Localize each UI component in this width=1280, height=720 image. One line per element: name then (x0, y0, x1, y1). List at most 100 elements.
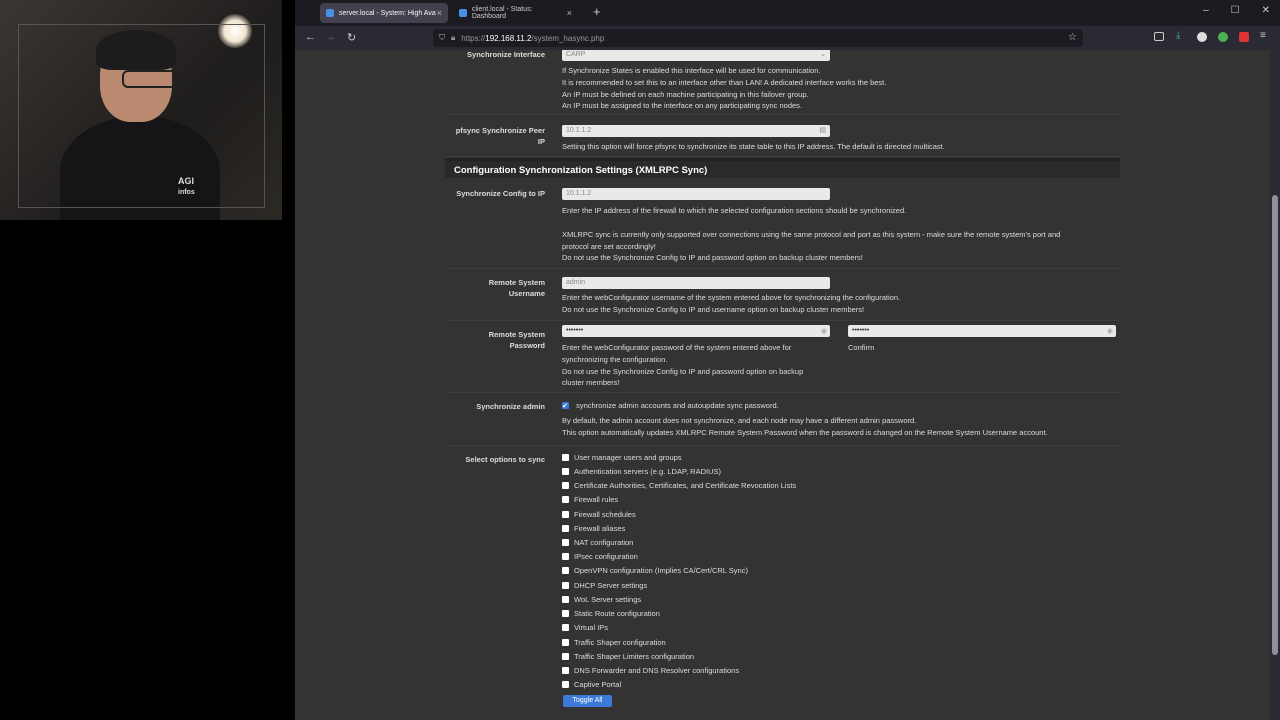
url-prefix: https:// (461, 33, 486, 43)
scrollbar-thumb[interactable] (1272, 195, 1278, 655)
remote-username-help: Enter the webConfigurator username of th… (562, 292, 900, 316)
option-label: Virtual IPs (574, 623, 609, 632)
shirt-logo: AGI infos (178, 176, 195, 198)
download-icon[interactable]: ⤓ (1176, 30, 1186, 41)
help-line: Do not use the Synchronize Config to IP … (562, 366, 804, 376)
url-path: /system_hasync.php (531, 33, 605, 43)
option-auth-servers[interactable]: Authentication servers (e.g. LDAP, RADIU… (562, 465, 721, 479)
remote-password-help: Enter the webConfigurator password of th… (562, 342, 842, 389)
back-icon[interactable]: ← (305, 31, 316, 43)
tab-client-dashboard[interactable]: client.local - Status: Dashboard × (453, 3, 578, 23)
option-label: Traffic Shaper Limiters configuration (574, 652, 695, 661)
select-options-label: Select options to sync (465, 455, 545, 464)
extension-green-icon[interactable] (1218, 32, 1228, 42)
option-checkbox[interactable] (562, 653, 569, 660)
presenter-body (60, 116, 220, 220)
section-header-xmlrpc: Configuration Synchronization Settings (… (445, 158, 1120, 178)
option-firewall-aliases[interactable]: Firewall aliases (562, 522, 625, 536)
pfsense-favicon (326, 9, 334, 17)
option-checkbox[interactable] (562, 553, 569, 560)
option-user-manager[interactable]: User manager users and groups (562, 451, 682, 465)
option-firewall-rules[interactable]: Firewall rules (562, 493, 618, 507)
toggle-all-button[interactable]: Toggle All (563, 695, 612, 707)
pfsense-favicon (459, 9, 467, 17)
tab-title: server.local - System: High Ava (339, 9, 436, 17)
page-content: Synchronize Interface CARP ⌄ If Synchron… (295, 50, 1280, 720)
option-checkbox[interactable] (562, 454, 569, 461)
nav-bar: ← → ↻ ⛉ 🔒︎ https:// 192.168.11.2 /system… (295, 26, 1280, 50)
menu-icon[interactable]: ≡ (1260, 30, 1270, 41)
eye-icon[interactable]: ◉ (1107, 326, 1113, 338)
option-checkbox[interactable] (562, 496, 569, 503)
sync-interface-select[interactable]: CARP ⌄ (562, 50, 830, 61)
option-checkbox[interactable] (562, 539, 569, 546)
url-bar[interactable]: ⛉ 🔒︎ https:// 192.168.11.2 /system_hasyn… (433, 29, 1083, 47)
presenter-glasses (122, 70, 178, 88)
new-tab-button[interactable]: + (593, 4, 601, 19)
option-dns[interactable]: DNS Forwarder and DNS Resolver configura… (562, 664, 739, 678)
option-certificates[interactable]: Certificate Authorities, Certificates, a… (562, 479, 796, 493)
option-static-route[interactable]: Static Route configuration (562, 607, 660, 621)
option-checkbox[interactable] (562, 511, 569, 518)
option-checkbox[interactable] (562, 681, 569, 688)
confirm-password-input[interactable]: ••••••• ◉ (848, 325, 1116, 337)
option-checkbox[interactable] (562, 610, 569, 617)
reload-icon[interactable]: ↻ (347, 31, 356, 44)
bookmark-star-icon[interactable]: ☆ (1068, 32, 1077, 43)
maximize-icon[interactable]: ☐ (1231, 5, 1240, 16)
option-firewall-schedules[interactable]: Firewall schedules (562, 508, 636, 522)
option-checkbox[interactable] (562, 468, 569, 475)
option-traffic-limiters[interactable]: Traffic Shaper Limiters configuration (562, 650, 694, 664)
extension-red-icon[interactable] (1239, 32, 1249, 42)
shield-icon: ⛉ (439, 33, 445, 42)
confirm-password-value: ••••••• (852, 327, 870, 334)
option-traffic-shaper[interactable]: Traffic Shaper configuration (562, 636, 666, 650)
option-checkbox[interactable] (562, 667, 569, 674)
account-icon[interactable] (1197, 32, 1207, 42)
page-scrollbar[interactable] (1270, 50, 1280, 720)
sync-config-ip-input[interactable]: 10.1.1.2 (562, 188, 830, 200)
row-sync-admin: Synchronize admin synchronize admin acco… (445, 392, 1120, 446)
webcam-overlay: AGI infos (0, 0, 282, 220)
option-wol[interactable]: WoL Server settings (562, 593, 641, 607)
option-dhcp[interactable]: DHCP Server settings (562, 579, 647, 593)
sync-admin-option[interactable]: synchronize admin accounts and autoupdat… (562, 399, 779, 414)
sync-admin-checkbox[interactable] (562, 400, 569, 414)
close-tab-icon[interactable]: × (437, 8, 442, 18)
option-captive-portal[interactable]: Captive Portal (562, 678, 621, 692)
toggle-all-label: Toggle All (572, 697, 603, 704)
help-line: If Synchronize States is enabled this in… (562, 66, 821, 75)
remote-password-input[interactable]: ••••••• ◉ (562, 325, 830, 337)
remote-username-input[interactable]: admin (562, 277, 830, 289)
option-label: IPsec configuration (574, 552, 638, 561)
help-line: By default, the admin account does not s… (562, 416, 917, 425)
option-checkbox[interactable] (562, 639, 569, 646)
option-checkbox[interactable] (562, 567, 569, 574)
option-nat[interactable]: NAT configuration (562, 536, 633, 550)
close-tab-icon[interactable]: × (567, 8, 572, 18)
option-openvpn[interactable]: OpenVPN configuration (Implies CA/Cert/C… (562, 564, 748, 578)
help-line: An IP must be assigned to the interface … (562, 101, 803, 111)
label-line: Password (509, 341, 545, 350)
option-checkbox[interactable] (562, 624, 569, 631)
close-window-icon[interactable]: ✕ (1262, 5, 1270, 16)
pfsync-peer-input[interactable]: 10.1.1.2 ▤ (562, 125, 830, 137)
sync-config-ip-value: 10.1.1.2 (566, 190, 592, 197)
option-ipsec[interactable]: IPsec configuration (562, 550, 638, 564)
help-line: This option automatically updates XMLRPC… (562, 427, 1048, 437)
forward-icon[interactable]: → (325, 31, 336, 43)
option-checkbox[interactable] (562, 582, 569, 589)
row-sync-config-ip: Synchronize Config to IP 10.1.1.2 Enter … (445, 178, 1120, 269)
option-checkbox[interactable] (562, 525, 569, 532)
help-line: synchronizing the configuration. (562, 354, 668, 364)
row-remote-password: Remote System Password ••••••• ◉ •••••••… (445, 320, 1120, 393)
pocket-icon[interactable] (1154, 32, 1164, 41)
tab-server-ha[interactable]: server.local - System: High Ava × (320, 3, 448, 23)
option-virtual-ips[interactable]: Virtual IPs (562, 621, 608, 635)
option-checkbox[interactable] (562, 482, 569, 489)
sync-admin-help: By default, the admin account does not s… (562, 415, 1048, 439)
minimize-icon[interactable]: – (1203, 5, 1209, 16)
option-checkbox[interactable] (562, 596, 569, 603)
eye-icon[interactable]: ◉ (821, 326, 827, 338)
remote-password-label: Remote System Password (445, 329, 545, 351)
